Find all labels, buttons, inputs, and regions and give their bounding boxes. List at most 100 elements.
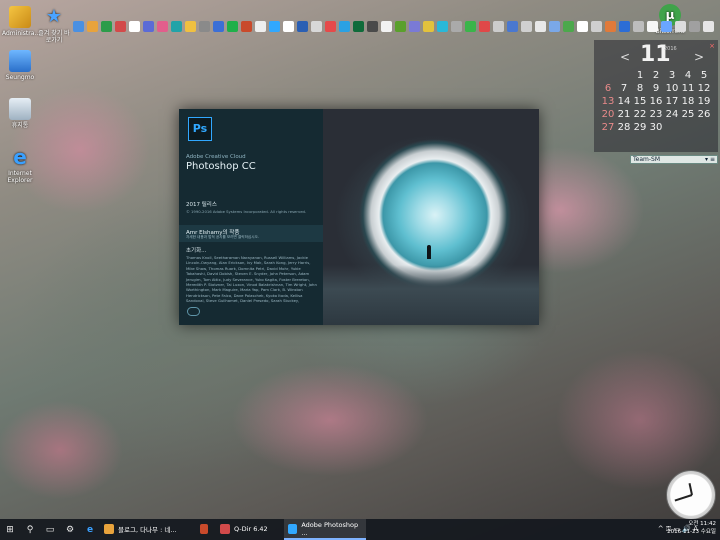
desktop-icon-internet-explorer[interactable]: e Internet Explorer: [2, 146, 38, 184]
team-toolbar[interactable]: Team-SM ▾ ≡: [630, 155, 718, 164]
quick-launch-app-icon[interactable]: [661, 20, 672, 32]
calendar-day[interactable]: 9: [648, 83, 664, 95]
quick-launch-app-icon[interactable]: [577, 20, 588, 32]
quick-launch-app-icon[interactable]: [283, 20, 294, 32]
quick-launch-app-icon[interactable]: [633, 20, 644, 32]
calendar-day[interactable]: 13: [600, 96, 616, 108]
quick-launch-app-icon[interactable]: [507, 20, 518, 32]
quick-launch-app-icon[interactable]: [199, 20, 210, 32]
task-view-icon[interactable]: ▭: [40, 519, 60, 540]
quick-launch-app-icon[interactable]: [213, 20, 224, 32]
taskbar-app-button[interactable]: Q-Dir 6.42: [216, 519, 284, 540]
desktop-icon-favorites[interactable]: ★ 즐겨 찾기 바로가기: [36, 6, 72, 44]
quick-launch-app-icon[interactable]: [647, 20, 658, 32]
calendar-day[interactable]: 15: [632, 96, 648, 108]
calendar-day[interactable]: 10: [664, 83, 680, 95]
calendar-day[interactable]: 17: [664, 96, 680, 108]
quick-launch-app-icon[interactable]: [129, 20, 140, 32]
calendar-day[interactable]: [664, 122, 680, 134]
calendar-day[interactable]: 30: [648, 122, 664, 134]
calendar-day[interactable]: 7: [616, 83, 632, 95]
calendar-next-button[interactable]: >: [694, 50, 704, 64]
calendar-day[interactable]: 5: [696, 70, 712, 82]
calendar-day[interactable]: 12: [696, 83, 712, 95]
calendar-day[interactable]: 22: [632, 109, 648, 121]
quick-launch-app-icon[interactable]: [409, 20, 420, 32]
team-toolbar-controls[interactable]: ▾ ≡: [705, 156, 715, 163]
calendar-day[interactable]: 29: [632, 122, 648, 134]
edge-icon[interactable]: e: [80, 519, 100, 540]
search-icon[interactable]: ⚲: [20, 519, 40, 540]
calendar-day[interactable]: 23: [648, 109, 664, 121]
calendar-day[interactable]: [680, 122, 696, 134]
calendar-day[interactable]: [696, 122, 712, 134]
quick-launch-app-icon[interactable]: [619, 20, 630, 32]
taskbar-app-button[interactable]: Adobe Photoshop ...: [284, 519, 366, 540]
calendar-prev-button[interactable]: <: [620, 50, 630, 64]
quick-launch-app-icon[interactable]: [395, 20, 406, 32]
desktop-icon-administrator[interactable]: Administra...: [2, 6, 40, 37]
calendar-day[interactable]: 19: [696, 96, 712, 108]
quick-launch-app-icon[interactable]: [591, 20, 602, 32]
quick-launch-app-icon[interactable]: [325, 20, 336, 32]
quick-launch-app-icon[interactable]: [703, 20, 714, 32]
calendar-day[interactable]: 26: [696, 109, 712, 121]
calendar-day[interactable]: 20: [600, 109, 616, 121]
taskbar-app-button[interactable]: [196, 519, 216, 540]
quick-launch-app-icon[interactable]: [297, 20, 308, 32]
quick-launch-app-icon[interactable]: [311, 20, 322, 32]
quick-launch-app-icon[interactable]: [255, 20, 266, 32]
settings-gear-icon[interactable]: ⚙: [60, 519, 80, 540]
quick-launch-app-icon[interactable]: [353, 20, 364, 32]
calendar-day[interactable]: 8: [632, 83, 648, 95]
calendar-day[interactable]: [600, 70, 616, 82]
start-button[interactable]: ⊞: [0, 519, 20, 540]
calendar-day[interactable]: 28: [616, 122, 632, 134]
quick-launch-app-icon[interactable]: [535, 20, 546, 32]
quick-launch-app-icon[interactable]: [185, 20, 196, 32]
quick-launch-app-icon[interactable]: [479, 20, 490, 32]
calendar-day[interactable]: 3: [664, 70, 680, 82]
calendar-close-button[interactable]: ×: [709, 42, 715, 50]
taskbar-app-button[interactable]: 블로그, 다나무 : 네...: [100, 519, 196, 540]
calendar-day[interactable]: 1: [632, 70, 648, 82]
quick-launch-app-icon[interactable]: [381, 20, 392, 32]
quick-launch-app-icon[interactable]: [549, 20, 560, 32]
calendar-day[interactable]: 18: [680, 96, 696, 108]
quick-launch-app-icon[interactable]: [101, 20, 112, 32]
quick-launch-app-icon[interactable]: [675, 20, 686, 32]
quick-launch-app-icon[interactable]: [87, 20, 98, 32]
quick-launch-app-icon[interactable]: [465, 20, 476, 32]
quick-launch-app-icon[interactable]: [241, 20, 252, 32]
desktop-icon-recycle-bin[interactable]: 휴지통: [2, 98, 38, 129]
quick-launch-app-icon[interactable]: [423, 20, 434, 32]
quick-launch-app-icon[interactable]: [269, 20, 280, 32]
quick-launch-app-icon[interactable]: [521, 20, 532, 32]
calendar-day[interactable]: 2: [648, 70, 664, 82]
calendar-day[interactable]: [616, 70, 632, 82]
quick-launch-app-icon[interactable]: [689, 20, 700, 32]
quick-launch-app-icon[interactable]: [437, 20, 448, 32]
quick-launch-app-icon[interactable]: [367, 20, 378, 32]
quick-launch-app-icon[interactable]: [493, 20, 504, 32]
calendar-day[interactable]: 16: [648, 96, 664, 108]
quick-launch-app-icon[interactable]: [339, 20, 350, 32]
quick-launch-app-icon[interactable]: [115, 20, 126, 32]
artwork-credit-link[interactable]: Amr Elshamy의 작품 자세한 내용과 법적 공지를 보려면 클릭하십시…: [179, 225, 339, 242]
quick-launch-app-icon[interactable]: [143, 20, 154, 32]
quick-launch-app-icon[interactable]: [171, 20, 182, 32]
calendar-day[interactable]: 21: [616, 109, 632, 121]
quick-launch-app-icon[interactable]: [563, 20, 574, 32]
calendar-day[interactable]: 24: [664, 109, 680, 121]
quick-launch-app-icon[interactable]: [605, 20, 616, 32]
calendar-day[interactable]: 27: [600, 122, 616, 134]
calendar-day[interactable]: 6: [600, 83, 616, 95]
quick-launch-app-icon[interactable]: [451, 20, 462, 32]
calendar-day[interactable]: 11: [680, 83, 696, 95]
calendar-day[interactable]: 4: [680, 70, 696, 82]
taskbar-clock[interactable]: 오전 11:42 2016-11-23 수요일: [667, 520, 716, 536]
desktop-icon-seungmo[interactable]: Seungmo: [2, 50, 38, 81]
quick-launch-app-icon[interactable]: [227, 20, 238, 32]
quick-launch-app-icon[interactable]: [73, 20, 84, 32]
calendar-day[interactable]: 25: [680, 109, 696, 121]
